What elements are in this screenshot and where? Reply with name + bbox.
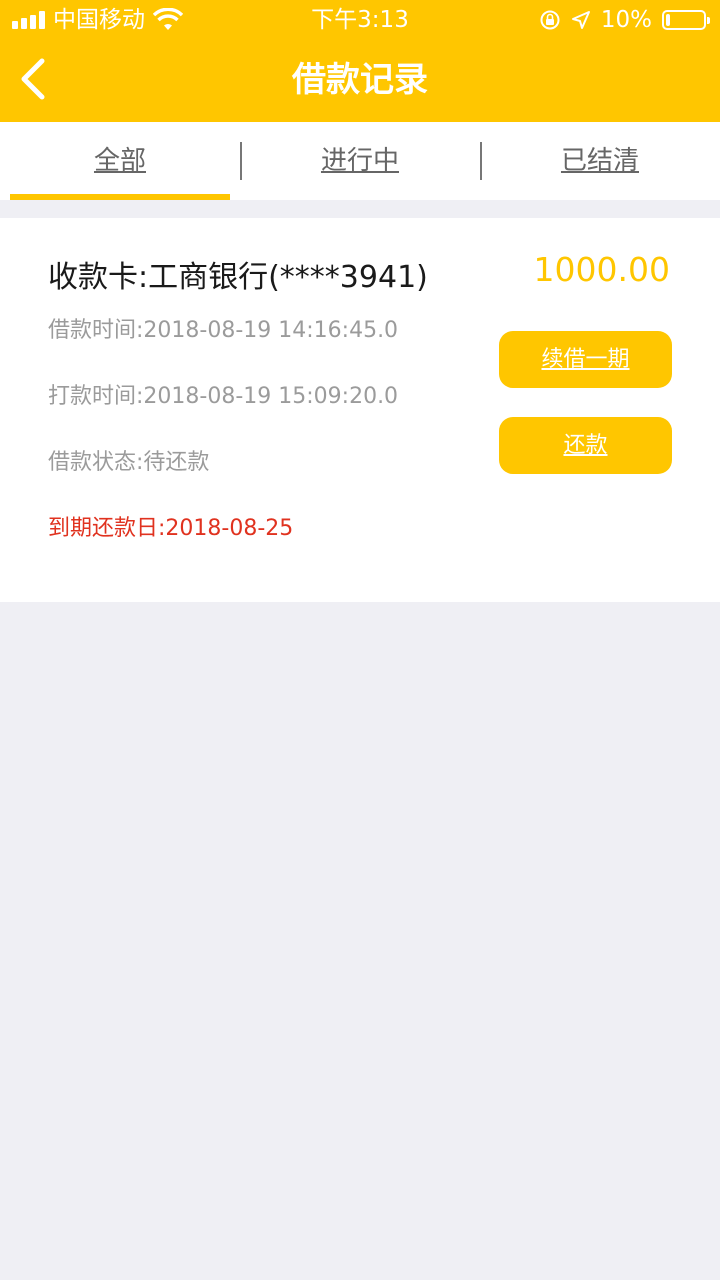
page-title: 借款记录 xyxy=(292,60,428,100)
battery-percent: 10% xyxy=(600,7,652,33)
active-tab-indicator xyxy=(10,194,230,200)
tab-bar: 全部 进行中 已结清 xyxy=(0,122,720,200)
loan-status: 借款状态:待还款 xyxy=(48,450,210,475)
header: 中国移动 下午3:13 10% 借款记录 xyxy=(0,0,720,122)
borrow-time: 借款时间:2018-08-19 14:16:45.0 xyxy=(48,318,399,343)
tab-divider xyxy=(480,142,482,180)
receiving-card-label: 收款卡:工商银行(****3941) xyxy=(48,260,428,295)
tab-in-progress[interactable]: 进行中 xyxy=(250,122,470,200)
status-bar: 中国移动 下午3:13 10% xyxy=(0,0,720,40)
nav-bar: 借款记录 xyxy=(0,40,720,122)
renew-button[interactable]: 续借一期 xyxy=(499,331,672,388)
tab-settled[interactable]: 已结清 xyxy=(490,122,710,200)
battery-icon xyxy=(662,10,710,30)
payout-time: 打款时间:2018-08-19 15:09:20.0 xyxy=(48,384,399,409)
repay-button[interactable]: 还款 xyxy=(499,417,672,474)
orientation-lock-icon xyxy=(540,10,560,30)
status-right: 10% xyxy=(539,6,710,34)
tab-all[interactable]: 全部 xyxy=(10,122,230,200)
location-arrow-icon xyxy=(571,11,590,29)
loan-record-card: 收款卡:工商银行(****3941) 1000.00 借款时间:2018-08-… xyxy=(0,218,720,602)
tab-divider xyxy=(240,142,242,180)
battery-level xyxy=(666,14,670,26)
due-date: 到期还款日:2018-08-25 xyxy=(48,516,294,541)
loan-amount: 1000.00 xyxy=(533,250,670,289)
